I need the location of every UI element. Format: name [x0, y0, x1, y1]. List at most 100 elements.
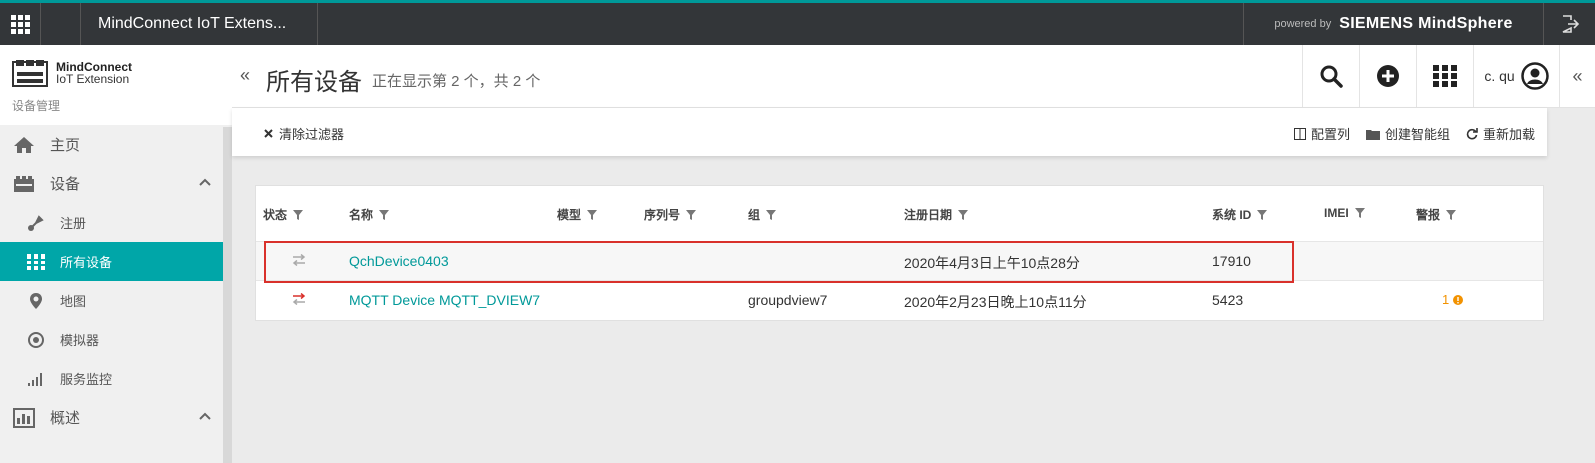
device-system-id: 5423 — [1212, 292, 1244, 308]
column-header-imei[interactable]: IMEI — [1324, 206, 1365, 220]
reload-button[interactable]: 重新加载 — [1466, 124, 1535, 143]
folder-icon — [1365, 129, 1380, 140]
device-registered: 2020年4月3日上午10点28分 — [904, 255, 1080, 271]
column-header-label: 系统 ID — [1212, 208, 1252, 222]
logout-icon — [1562, 15, 1579, 33]
add-button[interactable] — [1359, 45, 1416, 107]
create-smart-group-button[interactable]: 创建智能组 — [1365, 124, 1450, 143]
sidebar-item-service-monitor[interactable]: 服务监控 — [0, 359, 223, 398]
column-header-system-id[interactable]: 系统 ID — [1212, 206, 1268, 223]
column-header-status[interactable]: 状态 — [263, 206, 304, 223]
toolbar-right-actions: 配置列 创建智能组 重新加载 — [1293, 124, 1535, 143]
column-header-name[interactable]: 名称 — [349, 206, 390, 223]
clear-filters-button[interactable]: 清除过滤器 — [264, 124, 344, 143]
chevron-up-icon[interactable] — [199, 178, 211, 186]
alarm-count-value: 1 — [1442, 292, 1450, 307]
register-icon — [26, 213, 46, 233]
plus-circle-icon — [1377, 65, 1399, 87]
table-row[interactable]: MQTT Device MQTT_DVIEW7 groupdview7 2020… — [256, 281, 1543, 321]
simulator-icon — [26, 330, 46, 350]
connection-status-icon — [292, 293, 306, 305]
signal-bars-icon — [26, 369, 46, 389]
filter-icon[interactable] — [686, 209, 697, 220]
warning-icon — [1453, 294, 1464, 305]
home-icon — [12, 133, 36, 157]
section-label: 设备管理 — [12, 99, 61, 113]
user-menu[interactable]: c. qu — [1473, 45, 1559, 107]
filter-icon[interactable] — [293, 209, 304, 220]
create-smart-group-label: 创建智能组 — [1384, 127, 1450, 142]
sidebar-menu: 主页 设备 注册 所有设备 地图 模拟器 服务监控 概述 — [0, 125, 232, 437]
sidebar-item-home[interactable]: 主页 — [0, 125, 223, 164]
filter-icon[interactable] — [958, 209, 969, 220]
sidebar-item-label: 服务监控 — [60, 372, 113, 387]
header-actions: c. qu « — [1302, 45, 1595, 107]
logout-button[interactable] — [1543, 3, 1595, 45]
sidebar-item-label: 主页 — [50, 137, 81, 154]
configure-columns-button[interactable]: 配置列 — [1293, 124, 1350, 143]
app-launcher-button[interactable] — [0, 3, 41, 45]
filter-icon[interactable] — [1446, 209, 1457, 220]
column-header-label: 序列号 — [644, 208, 681, 222]
search-button[interactable] — [1302, 45, 1359, 107]
sidebar-item-label: 模拟器 — [60, 333, 100, 348]
brand-name: SIEMENS MindSphere — [1339, 15, 1513, 32]
collapse-sidebar-button[interactable]: « — [240, 65, 250, 86]
overview-icon — [12, 406, 36, 430]
column-header-group[interactable]: 组 — [748, 206, 777, 223]
columns-icon — [1293, 127, 1306, 140]
collapse-right-panel-button[interactable]: « — [1559, 45, 1595, 107]
column-header-model[interactable]: 模型 — [557, 206, 598, 223]
table-row[interactable]: QchDevice0403 2020年4月3日上午10点28分 17910 — [256, 241, 1543, 281]
sidebar-item-map[interactable]: 地图 — [0, 281, 223, 320]
brand-line-2: IoT Extension — [56, 72, 130, 86]
alarm-count[interactable]: 1 — [1442, 292, 1464, 307]
powered-by: powered by SIEMENS MindSphere — [1243, 3, 1543, 45]
column-header-label: IMEI — [1324, 206, 1349, 220]
column-header-registered[interactable]: 注册日期 — [904, 206, 969, 223]
filter-icon[interactable] — [1354, 208, 1365, 218]
sidebar: MindConnect IoT Extension 设备管理 主页 设备 注册 — [0, 45, 232, 463]
all-devices-icon — [26, 252, 46, 272]
close-icon — [264, 129, 273, 138]
action-toolbar: 清除过滤器 配置列 创建智能组 重新加载 — [232, 108, 1547, 156]
app-title[interactable]: MindConnect IoT Extens... — [81, 3, 318, 45]
configure-columns-label: 配置列 — [1310, 127, 1350, 142]
column-header-label: 状态 — [263, 208, 288, 222]
column-header-label: 注册日期 — [904, 208, 953, 222]
chevron-up-icon[interactable] — [199, 412, 211, 420]
device-system-id: 17910 — [1212, 253, 1251, 269]
sidebar-item-simulator[interactable]: 模拟器 — [0, 320, 223, 359]
powered-by-prefix: powered by — [1274, 18, 1332, 30]
sidebar-item-label: 地图 — [60, 294, 87, 309]
top-bar-spacer — [41, 3, 81, 45]
device-name-link[interactable]: QchDevice0403 — [349, 253, 449, 269]
grid-icon — [1433, 65, 1457, 87]
apps-button[interactable] — [1416, 45, 1473, 107]
sidebar-item-label: 设备 — [50, 176, 81, 193]
refresh-icon — [1466, 127, 1478, 139]
sidebar-item-register[interactable]: 注册 — [0, 203, 223, 242]
page-header: « 所有设备 正在显示第 2 个，共 2 个 c. qu « — [232, 45, 1595, 108]
device-registered: 2020年2月23日晚上10点11分 — [904, 294, 1087, 310]
sidebar-scrollbar[interactable] — [223, 127, 232, 463]
page-subtitle: 正在显示第 2 个，共 2 个 — [372, 73, 541, 90]
sidebar-item-all-devices[interactable]: 所有设备 — [0, 242, 223, 281]
filter-icon[interactable] — [1257, 209, 1268, 220]
brand-text: MindConnect IoT Extension — [56, 61, 132, 85]
sidebar-item-label: 注册 — [60, 216, 87, 231]
sidebar-item-overview[interactable]: 概述 — [0, 398, 223, 437]
sidebar-item-label: 所有设备 — [60, 255, 113, 270]
map-pin-icon — [26, 291, 46, 311]
column-header-alarms[interactable]: 警报 — [1416, 206, 1457, 223]
filter-icon[interactable] — [766, 209, 777, 220]
device-name-link[interactable]: MQTT Device MQTT_DVIEW7 — [349, 292, 540, 308]
sidebar-item-devices[interactable]: 设备 — [0, 164, 223, 203]
grid-icon — [10, 14, 30, 34]
column-header-serial[interactable]: 序列号 — [644, 206, 697, 223]
filter-icon[interactable] — [587, 209, 598, 220]
column-header-label: 组 — [748, 208, 761, 222]
user-avatar-icon — [1520, 62, 1549, 90]
filter-icon[interactable] — [379, 209, 390, 220]
top-bar: MindConnect IoT Extens... powered by SIE… — [0, 0, 1595, 45]
